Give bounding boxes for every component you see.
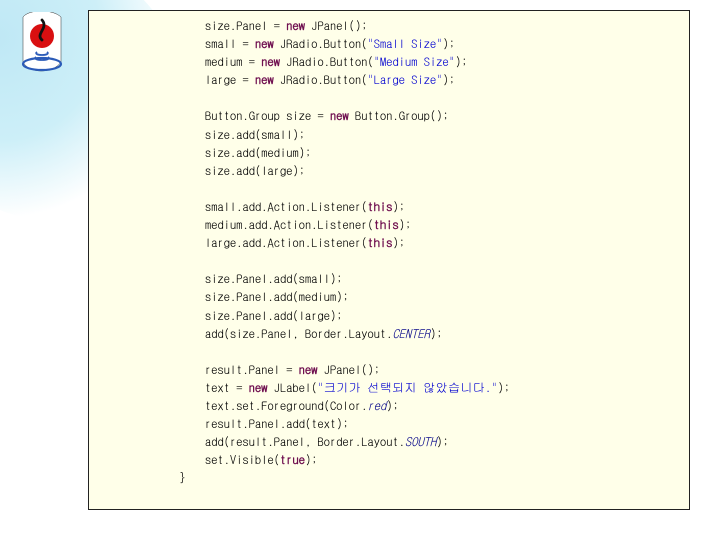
code-container: size.Panel = new JPanel(); small = new J… [88,10,690,510]
java-logo-icon [15,12,69,77]
code-text: size.Panel = new JPanel(); small = new J… [109,17,685,487]
